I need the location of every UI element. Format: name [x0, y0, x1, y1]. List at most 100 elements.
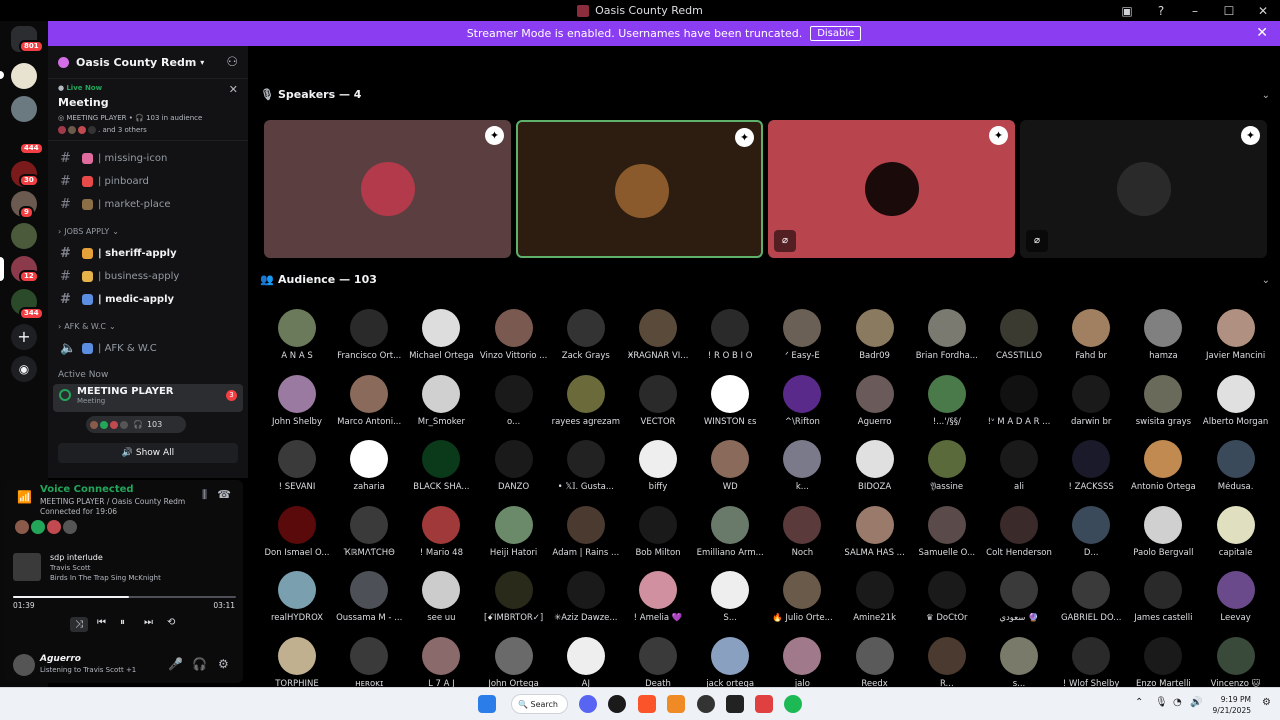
song-album[interactable]: Birds In The Trap Sing McKnight — [50, 574, 161, 582]
audience-member[interactable]: Francisco Ort... — [333, 309, 405, 361]
voice-status[interactable]: Voice Connected — [40, 484, 134, 495]
audience-member[interactable]: Brian Fordha... — [911, 309, 983, 361]
audience-member[interactable]: ӾRAGNAR VI... — [622, 309, 694, 361]
volume-icon[interactable]: 🔊 — [1190, 697, 1202, 708]
server-header[interactable]: Oasis County Redm ▾ ⚇ — [48, 46, 248, 79]
audience-member[interactable]: D... — [1055, 505, 1127, 558]
audience-member[interactable]: John Shelby — [261, 374, 333, 427]
audience-member[interactable]: John Ortega — [478, 636, 550, 689]
audience-member[interactable]: Leevay — [1200, 571, 1272, 623]
channel-item[interactable]: # | medic-apply — [48, 288, 248, 311]
voice-channel-afk[interactable]: 🔈 | AFK & W.C — [48, 337, 248, 360]
audience-member[interactable]: VECTOR — [622, 374, 694, 427]
category-afk[interactable]: › AFK & W.C ⌄ — [48, 315, 248, 337]
audience-member[interactable]: ᐟ Easy-E — [766, 309, 838, 361]
previous-icon[interactable]: ⏮ — [97, 617, 106, 628]
discover-icon[interactable]: ◉ — [11, 356, 37, 382]
audience-member[interactable]: !...'/§§/ — [911, 374, 983, 427]
speaker-tile[interactable]: ✦ ⌀ — [768, 120, 1015, 258]
audience-member[interactable]: DANZO — [478, 440, 550, 492]
disable-button[interactable]: Disable — [810, 26, 862, 41]
audience-member[interactable]: ! Wlof Shelby — [1055, 636, 1127, 689]
audience-member[interactable]: SALMA HAS ... — [839, 505, 911, 558]
channel-item[interactable]: # | pinboard — [48, 170, 248, 193]
audience-member[interactable]: ✳Aziz Dawze... — [550, 571, 622, 623]
audience-member[interactable]: ! SEVANI — [261, 440, 333, 492]
app-icon[interactable] — [608, 695, 626, 713]
audience-member[interactable]: WD — [694, 440, 766, 492]
audience-member[interactable]: k... — [766, 440, 838, 492]
chevron-down-icon[interactable]: ⌄ — [1262, 275, 1270, 286]
audience-member[interactable]: swisita grays — [1127, 374, 1199, 427]
discord-icon[interactable] — [579, 695, 597, 713]
app-icon[interactable] — [697, 695, 715, 713]
chevron-down-icon[interactable]: ⌄ — [1262, 90, 1270, 101]
audience-member[interactable]: hamza — [1127, 309, 1199, 361]
audience-member[interactable]: realHYDROX — [261, 571, 333, 623]
add-server-icon[interactable]: + — [11, 324, 37, 350]
audience-member[interactable]: ҠℝΜΛƬСНΘ — [333, 505, 405, 558]
audience-member[interactable]: Amine21k — [839, 571, 911, 623]
audience-member[interactable]: jack ortega — [694, 636, 766, 689]
audience-member[interactable]: Samuelle O... — [911, 505, 983, 558]
search-box[interactable]: 🔍 Search — [511, 694, 568, 714]
notification-icon[interactable]: ⚙ — [1262, 697, 1271, 708]
invite-icon[interactable]: ⚇ — [226, 55, 238, 70]
show-all-button[interactable]: 🔊 Show All — [58, 443, 238, 463]
audience-member[interactable]: ! R O B I O — [694, 309, 766, 361]
minimize-button[interactable]: – — [1178, 0, 1212, 21]
audience-member[interactable]: [ꗃIMBRTOR✓] — [478, 571, 550, 623]
audience-member[interactable]: Adam | Rains ... — [550, 505, 622, 558]
audience-member[interactable]: ! Amelia 💜 — [622, 571, 694, 623]
audience-member[interactable]: Antonio Ortega — [1127, 440, 1199, 492]
speaker-tile[interactable]: ✦ — [264, 120, 511, 258]
audience-member[interactable]: Alberto Morgan — [1200, 374, 1272, 427]
audience-member[interactable]: Colt Henderson — [983, 505, 1055, 558]
audience-member[interactable]: WINSTON ɛs — [694, 374, 766, 427]
audience-member[interactable]: !ᵛ M A D A R ... — [983, 374, 1055, 427]
mute-mic-icon[interactable]: 🎤 — [168, 657, 183, 671]
audience-member[interactable]: biffy — [622, 440, 694, 492]
speaker-tile[interactable]: ✦ — [516, 120, 763, 258]
speaker-tile[interactable]: ✦ ⌀ — [1020, 120, 1267, 258]
audience-member[interactable]: Heiji Hatori — [478, 505, 550, 558]
progress-bar[interactable] — [13, 596, 236, 598]
audience-member[interactable]: Aguerro — [839, 374, 911, 427]
channel-item[interactable]: # | sheriff-apply — [48, 242, 248, 265]
audience-member[interactable]: Noch — [766, 505, 838, 558]
app-icon[interactable] — [667, 695, 685, 713]
audience-member[interactable]: Oussama M - ... — [333, 571, 405, 623]
audience-member[interactable]: Paolo Bergvall — [1127, 505, 1199, 558]
audience-member[interactable]: Bob Milton — [622, 505, 694, 558]
audience-member[interactable]: GABRIEL DO... — [1055, 571, 1127, 623]
audience-member[interactable]: AJ — [550, 636, 622, 689]
audience-member[interactable]: BLACK SHA... — [405, 440, 477, 492]
audience-member[interactable]: Médusa. — [1200, 440, 1272, 492]
audience-member[interactable]: Reedx — [839, 636, 911, 689]
channel-item[interactable]: # | business-apply — [48, 265, 248, 288]
audience-member[interactable]: Don Ismael O... — [261, 505, 333, 558]
category-jobs[interactable]: › JOBS APPLY ⌄ — [48, 220, 248, 242]
maximize-button[interactable]: ☐ — [1212, 0, 1246, 21]
soundboard-icon[interactable]: ⫼ — [202, 488, 207, 502]
guild-icon[interactable] — [11, 96, 37, 122]
audience-member[interactable]: Badr09 — [839, 309, 911, 361]
audience-member[interactable]: Michael Ortega — [405, 309, 477, 361]
audience-member[interactable]: ♛ DoCtOr — [911, 571, 983, 623]
active-now-card[interactable]: MEETING PLAYER Meeting 3 — [53, 384, 243, 412]
audience-member[interactable]: Vinzo Vittorio ... — [478, 309, 550, 361]
channel-item[interactable]: # | missing-icon — [48, 147, 248, 170]
channel-item[interactable]: # | market-place — [48, 193, 248, 216]
voice-channel[interactable]: MEETING PLAYER / Oasis County Redm — [40, 497, 185, 506]
shuffle-icon[interactable]: ⤨ — [70, 617, 88, 632]
audience-member[interactable]: s... — [983, 636, 1055, 689]
chevron-up-icon[interactable]: ⌃ — [1135, 697, 1143, 708]
guild-icon[interactable] — [11, 223, 37, 249]
audience-member[interactable]: L 7 A J — [405, 636, 477, 689]
mic-icon[interactable]: 🎙 — [1155, 697, 1168, 708]
audience-member[interactable]: capitale — [1200, 505, 1272, 558]
pause-icon[interactable]: ⏸ — [120, 617, 125, 628]
repeat-icon[interactable]: ⟲ — [167, 617, 175, 628]
audience-member[interactable]: rayees agrezam — [550, 374, 622, 427]
banner-close-icon[interactable]: ✕ — [1256, 25, 1268, 41]
